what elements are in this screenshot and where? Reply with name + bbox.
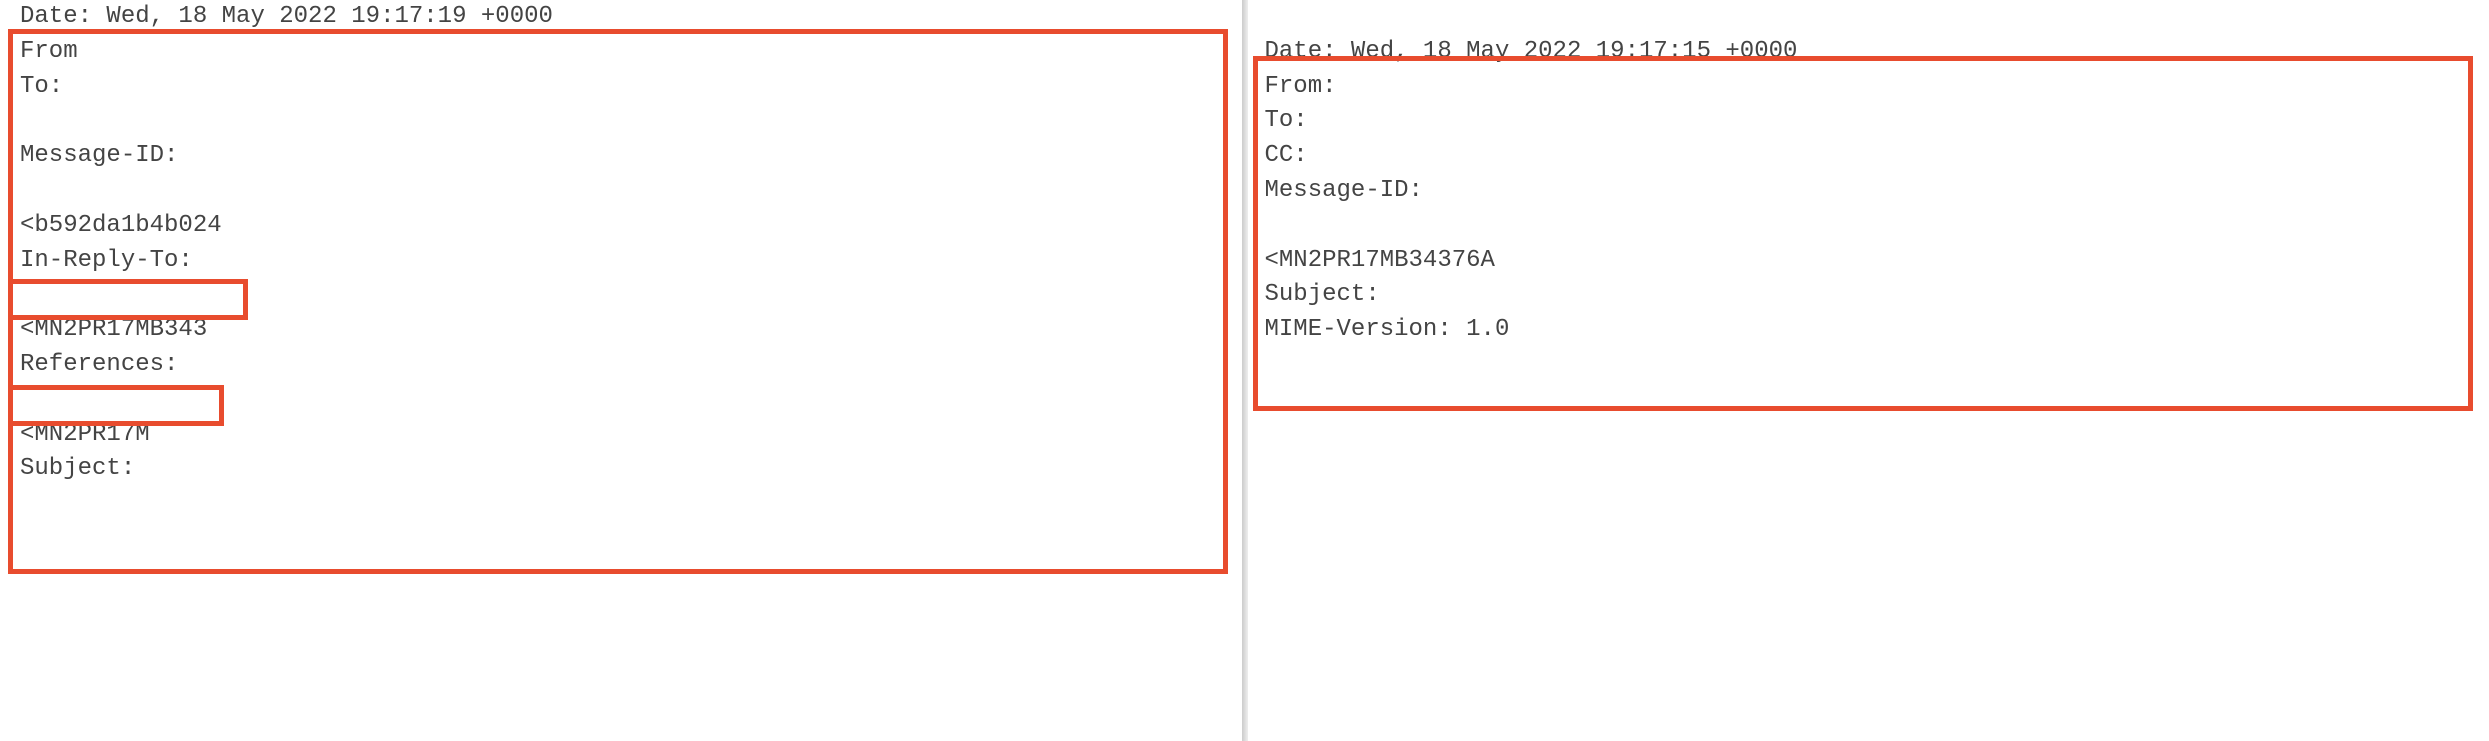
blank-top [1265,0,2470,35]
highlight-box-inreplyto [8,279,248,320]
highlight-box-right-main [1253,56,2473,411]
right-pane: Date: Wed, 18 May 2022 19:17:15 +0000 Fr… [1245,0,2489,741]
date-label: Date: [20,3,92,30]
date-value: Wed, 18 May 2022 19:17:19 +0000 [106,3,552,30]
left-pane: Date: Wed, 18 May 2022 19:17:19 +0000 Fr… [0,0,1245,741]
highlight-box-references [8,385,224,426]
